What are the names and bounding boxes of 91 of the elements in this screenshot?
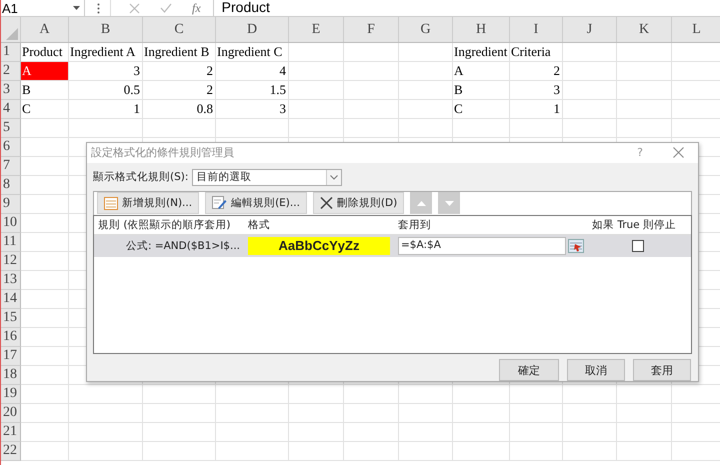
table-cell-text: 2 [552, 62, 561, 80]
column-header[interactable]: I [510, 17, 563, 42]
column-header[interactable]: B [69, 17, 143, 42]
rule-formula: 公式: =AND($B1>I$... [124, 239, 241, 254]
column-header[interactable]: G [399, 17, 453, 42]
row-header[interactable]: 7 [1, 157, 21, 176]
up-arrow-icon [416, 200, 426, 206]
row-header[interactable]: 19 [1, 385, 21, 404]
table-cell-text: Ingredient B [143, 43, 210, 61]
row-header[interactable]: 9 [1, 195, 21, 214]
row-header[interactable]: 12 [1, 252, 21, 271]
column-header[interactable]: D [216, 17, 289, 42]
table-cell-text: C [21, 100, 32, 118]
chevron-down-icon [330, 174, 338, 180]
formula-field[interactable]: Product [212, 0, 720, 16]
down-arrow-icon [444, 200, 454, 206]
column-header[interactable]: J [563, 17, 617, 42]
column-header[interactable]: H [453, 17, 510, 42]
dialog-button[interactable]: 確定 [499, 359, 559, 381]
edit-rule-button[interactable]: 編輯規則(E)... [205, 192, 307, 214]
row-header[interactable]: 14 [1, 290, 21, 309]
delete-rule-button[interactable]: 刪除規則(D) [312, 192, 404, 214]
column-header[interactable]: F [344, 17, 399, 42]
table-cell-text: Ingredient C [216, 43, 284, 61]
row-header[interactable]: 11 [1, 233, 21, 252]
caret-icon [73, 6, 80, 10]
dialog-title: 設定格式化的條件規則管理員 [91, 145, 235, 160]
range-select-icon[interactable] [568, 239, 584, 254]
table-cell-text: 3 [278, 100, 287, 118]
column-header[interactable]: C [143, 17, 216, 42]
table-cell-text: 2 [206, 81, 214, 99]
row-header[interactable]: 18 [1, 366, 21, 385]
row-header[interactable]: 6 [1, 138, 21, 157]
stop-if-true-checkbox[interactable] [632, 240, 644, 252]
table-cell-text: B [21, 81, 32, 99]
row-header[interactable]: 13 [1, 271, 21, 290]
format-preview: AaBbCcYyZz [248, 237, 390, 256]
column-heading: 格式 [247, 218, 271, 232]
table-cell-text: 1 [552, 100, 561, 118]
table-cell-text: 1 [132, 100, 141, 118]
table-cell-text: C [453, 100, 464, 118]
row-header[interactable]: 2 [1, 62, 21, 81]
table-cell-text: Ingredient [453, 43, 508, 61]
table-cell-text: A [453, 62, 464, 80]
table-cell-text: 0.8 [196, 100, 214, 118]
triangle-icon [6, 28, 18, 40]
table-cell-text: Product [21, 43, 64, 61]
table-cell-text: Ingredient A [69, 43, 136, 61]
new-rule-button[interactable]: 新增規則(N)... [97, 192, 200, 214]
row-header[interactable]: 21 [1, 423, 21, 442]
row-header[interactable]: 4 [1, 100, 21, 119]
dialog-button[interactable]: 套用 [633, 359, 691, 381]
table-cell-text: 3 [132, 62, 141, 80]
applies-to-field[interactable]: =$A:$A [398, 237, 566, 256]
row-header[interactable]: 1 [1, 43, 21, 62]
check-icon[interactable] [160, 3, 172, 13]
table-cell-text: 0.5 [122, 81, 141, 99]
row-header[interactable]: 3 [1, 81, 21, 100]
dialog-button[interactable]: 取消 [567, 359, 625, 381]
row-header[interactable]: 10 [1, 214, 21, 233]
row-header[interactable]: 22 [1, 442, 21, 461]
delete-icon [320, 197, 333, 210]
table-cell: A [21, 62, 68, 80]
table-cell-text: B [453, 81, 464, 99]
rule-row[interactable]: 公式: =AND($B1>I$... AaBbCcYyZz =$A:$A [94, 235, 691, 258]
row-header[interactable]: 8 [1, 176, 21, 195]
column-heading: 規則 (依照顯示的順序套用) [97, 218, 232, 232]
cancel-icon[interactable] [129, 2, 140, 14]
column-header[interactable]: L [672, 17, 720, 42]
column-header[interactable]: K [617, 17, 672, 42]
row-header[interactable]: 15 [1, 309, 21, 328]
table-cell-text: 2 [206, 62, 214, 80]
row-header[interactable]: 5 [1, 119, 21, 138]
close-icon[interactable] [673, 147, 684, 158]
row-header[interactable]: 17 [1, 347, 21, 366]
name-box[interactable]: A1 [1, 0, 85, 16]
column-heading: 如果 True 則停止 [591, 218, 677, 232]
table-cell-text: 4 [278, 62, 287, 80]
insert-function-button[interactable]: fx [192, 0, 201, 16]
column-header[interactable]: E [289, 17, 344, 42]
show-rules-dropdown[interactable]: 目前的選取 [192, 168, 342, 186]
show-rules-label: 顯示格式化規則(S): [93, 170, 188, 184]
column-header[interactable]: A [21, 17, 69, 42]
row-header[interactable]: 16 [1, 328, 21, 347]
table-cell-text: Criteria [510, 43, 552, 61]
column-heading: 套用到 [397, 218, 432, 232]
row-header[interactable]: 20 [1, 404, 21, 423]
more-icon[interactable] [97, 2, 100, 14]
table-cell-text: 3 [552, 81, 561, 99]
table-cell-text: 1.5 [268, 81, 287, 99]
cell-reference: A1 [2, 0, 18, 16]
